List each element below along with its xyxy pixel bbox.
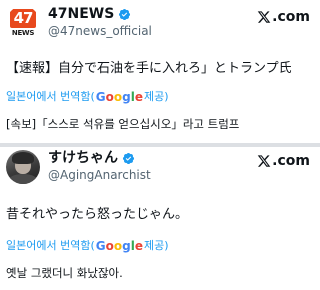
author-handle[interactable]: @47news_official (48, 23, 152, 39)
author-names: 47NEWS @47news_official (48, 6, 152, 39)
tweet-text: 昔それやったら怒ったじゃん。 (6, 207, 189, 222)
verified-badge-icon (122, 152, 135, 165)
translate-prefix: 일본어에서 번역함( (6, 90, 95, 103)
translate-suffix: 제공) (143, 90, 169, 103)
x-logo-icon (257, 11, 271, 23)
display-name-text: すけちゃん (48, 150, 118, 166)
tweet-text: 【速報】自分で石油を手に入れろ」とトランプ氏 (6, 61, 292, 76)
tweet-card-agingAnarchist[interactable]: すけちゃん @AgingAnarchist .com 昔それやったら怒ったじゃん… (0, 147, 320, 290)
tweet-feed: 47 NEWS 47NEWS @47news_official .com 【速報… (0, 0, 320, 290)
tweet-header: 47 NEWS 47NEWS @47news_official .com (6, 6, 314, 40)
avatar-47news-label: NEWS (11, 29, 35, 37)
google-logo: Google (95, 239, 143, 253)
author-handle[interactable]: @AgingAnarchist (48, 167, 151, 183)
translated-text: 옛날 그랬더니 화났잖아. (6, 266, 123, 280)
site-label: .com (272, 153, 310, 169)
author-display-name[interactable]: すけちゃん (48, 150, 151, 167)
tweet-header: すけちゃん @AgingAnarchist .com (6, 150, 314, 184)
translation-link[interactable]: 일본어에서 번역함( Google 제공) (6, 239, 169, 253)
display-name-text: 47NEWS (48, 6, 115, 22)
source-x-link[interactable]: .com (257, 153, 310, 169)
x-logo-icon (257, 155, 271, 167)
translation-link[interactable]: 일본어에서 번역함( Google 제공) (6, 90, 169, 104)
avatar-47news-number: 47 (10, 9, 36, 28)
google-logo: Google (95, 90, 143, 104)
site-label: .com (272, 9, 310, 25)
translate-suffix: 제공) (143, 239, 169, 252)
verified-badge-icon (119, 8, 131, 21)
translated-text: [속보]「스스로 석유를 얻으십시오」라고 트럼프 (6, 117, 240, 131)
author-display-name[interactable]: 47NEWS (48, 6, 152, 23)
avatar-47news[interactable]: 47 NEWS (6, 6, 40, 40)
author-names: すけちゃん @AgingAnarchist (48, 150, 151, 183)
source-x-link[interactable]: .com (257, 9, 310, 25)
tweet-card-47news[interactable]: 47 NEWS 47NEWS @47news_official .com 【速報… (0, 0, 320, 143)
translate-prefix: 일본어에서 번역함( (6, 239, 95, 252)
avatar-hair (12, 152, 34, 164)
avatar-shoulders (8, 174, 38, 184)
avatar-agingAnarchist[interactable] (6, 150, 40, 184)
